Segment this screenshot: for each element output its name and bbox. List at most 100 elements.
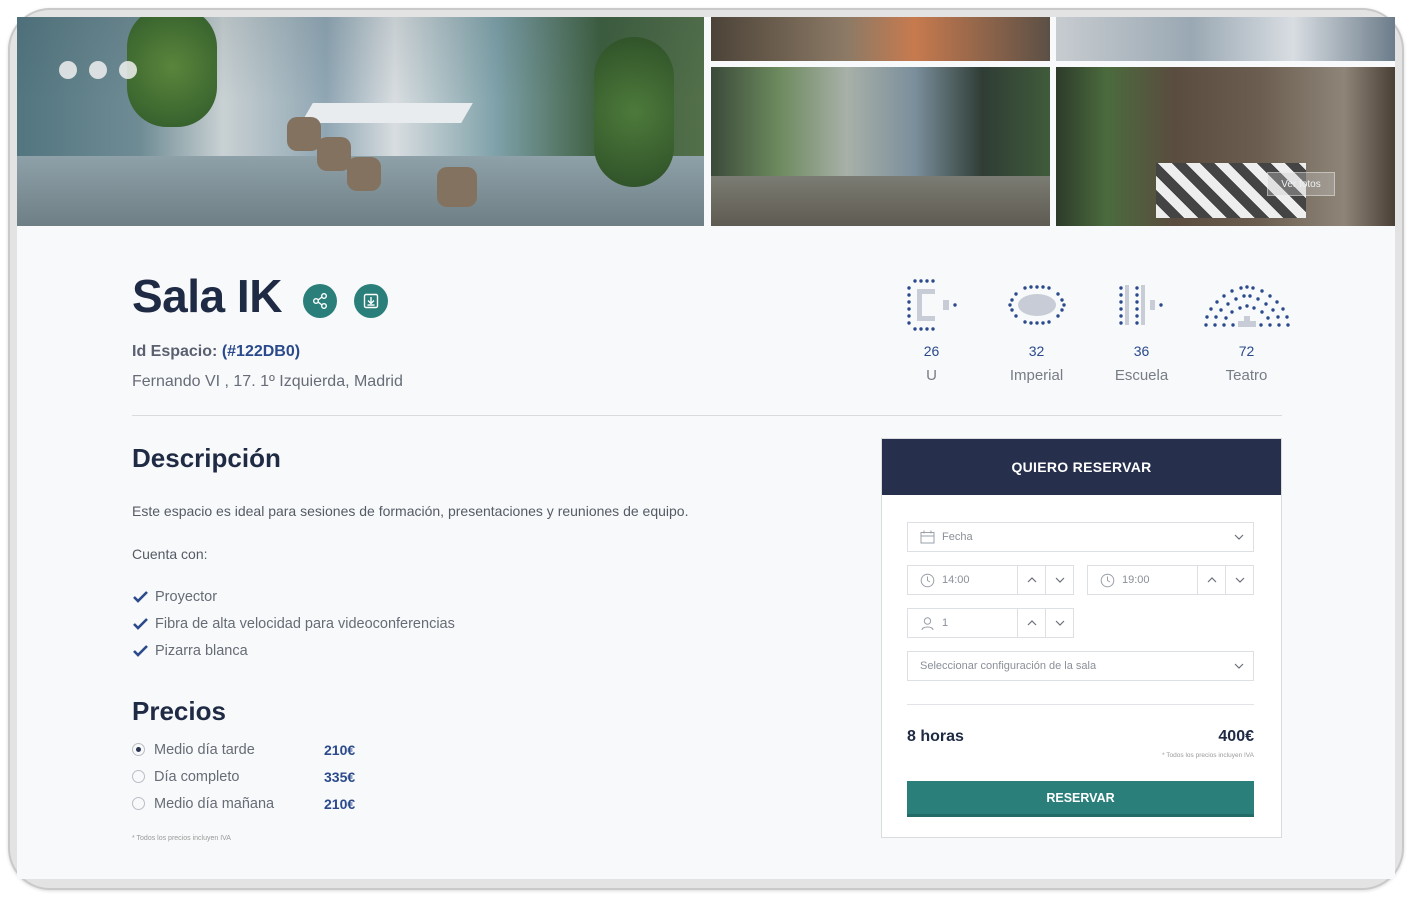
price-option[interactable]: Medio día tarde 210€ [132,736,355,763]
capacity-label: Imperial [1009,367,1064,384]
end-time-up[interactable] [1197,566,1225,594]
room-config-select[interactable]: Seleccionar configuración de la sala [907,651,1254,681]
window-controls [59,61,137,79]
start-time-field[interactable]: 14:00 [907,565,1074,595]
space-id-label: Id Espacio: [132,343,218,360]
calendar-icon [920,530,935,544]
space-id: Id Espacio: (#122DB0) [132,343,300,361]
download-icon [363,293,379,309]
price-value: 210€ [324,741,356,758]
price-name: Medio día tarde [154,741,255,758]
end-time-down[interactable] [1225,566,1253,594]
check-icon [133,645,148,657]
booking-header: QUIERO RESERVAR [882,439,1281,495]
capacity-count: 36 [1133,343,1150,359]
people-up[interactable] [1017,609,1045,637]
description-text: Este espacio es ideal para sesiones de f… [132,503,689,519]
booking-footnote: * Todos los precios incluyen IVA [1162,752,1254,759]
feature-list: Proyector Fibra de alta velocidad para v… [132,583,455,664]
capacity-school: 36 Escuela [1089,275,1194,384]
booking-total: 400€ [1218,728,1254,745]
people-field[interactable]: 1 [907,608,1074,638]
people-value: 1 [942,617,949,629]
photo-gallery[interactable]: Ver fotos [17,17,1395,226]
chevron-up-icon [1207,577,1216,583]
divider [132,415,1282,416]
booking-duration: 8 horas [907,728,964,745]
room-config-placeholder: Seleccionar configuración de la sala [920,660,1097,672]
price-radio[interactable] [132,743,145,756]
capacity-label: U [926,367,937,384]
capacity-count: 72 [1238,343,1255,359]
capacity-imperial: 32 Imperial [984,275,1089,384]
feature-item: Pizarra blanca [132,637,455,664]
screen: Ver fotos Sala IK Id Espacio: (#122DB0) … [17,17,1395,879]
feature-label: Proyector [155,588,218,605]
people-down[interactable] [1045,609,1073,637]
prices-footnote: * Todos los precios incluyen IVA [132,835,231,842]
chevron-up-icon [1027,620,1036,626]
u-layout-icon [906,279,957,331]
gallery-photo-5[interactable] [1056,67,1395,226]
date-field[interactable]: Fecha [907,522,1254,552]
chevron-down-icon [1055,577,1064,583]
check-icon [133,591,148,603]
end-time-value: 19:00 [1122,574,1150,586]
chevron-down-icon [1234,534,1244,540]
booking-card: QUIERO RESERVAR Fecha 14:00 19:00 1 Sele… [881,438,1282,838]
room-title: Sala IK [132,270,282,322]
feature-label: Pizarra blanca [155,642,248,659]
see-photos-button[interactable]: Ver fotos [1267,172,1335,196]
capacity-label: Escuela [1114,367,1169,384]
booking-divider [907,704,1254,705]
price-radio[interactable] [132,770,145,783]
chevron-up-icon [1027,577,1036,583]
window-dot [89,61,107,79]
gallery-photo-4[interactable] [711,67,1050,226]
date-dropdown[interactable] [1225,523,1253,551]
check-icon [133,618,148,630]
share-icon [313,293,327,309]
space-id-value: (#122DB0) [221,343,301,360]
room-config-dropdown[interactable] [1225,652,1253,680]
window-dot [59,61,77,79]
clock-icon [920,573,935,587]
capacity-theatre: 72 Teatro [1194,275,1299,384]
reserve-button[interactable]: RESERVAR [907,781,1254,817]
feature-label: Fibra de alta velocidad para videoconfer… [155,615,455,632]
price-options: Medio día tarde 210€ Día completo 335€ M… [132,736,355,817]
feature-item: Fibra de alta velocidad para videoconfer… [132,610,455,637]
room-address: Fernando VI , 17. 1º Izquierda, Madrid [132,373,403,390]
school-layout-icon [1118,285,1163,325]
price-name: Medio día mañana [154,795,275,812]
gallery-photo-2[interactable] [711,17,1050,61]
clock-icon [1100,573,1115,587]
includes-label: Cuenta con: [132,546,208,562]
price-radio[interactable] [132,797,145,810]
chevron-down-icon [1235,577,1244,583]
person-icon [921,616,934,630]
price-option[interactable]: Día completo 335€ [132,763,355,790]
chevron-down-icon [1055,620,1064,626]
price-option[interactable]: Medio día mañana 210€ [132,790,355,817]
date-placeholder: Fecha [942,531,973,543]
theatre-layout-icon [1203,285,1290,327]
price-value: 210€ [324,795,356,812]
start-time-down[interactable] [1045,566,1073,594]
download-button[interactable] [354,284,388,318]
end-time-field[interactable]: 19:00 [1087,565,1254,595]
start-time-up[interactable] [1017,566,1045,594]
gallery-main-photo[interactable] [17,17,704,226]
share-button[interactable] [303,284,337,318]
gallery-photo-3[interactable] [1056,17,1395,61]
price-name: Día completo [154,768,240,785]
capacity-count: 32 [1028,343,1045,359]
prices-heading: Precios [132,696,226,726]
description-heading: Descripción [132,443,281,473]
capacity-u: 26 U [879,275,984,384]
price-value: 335€ [324,768,356,785]
capacity-label: Teatro [1225,367,1268,384]
start-time-value: 14:00 [942,574,970,586]
capacity-list: 26 U 32 Imperial 36 Escuela 72 Teatro [879,275,1299,384]
feature-item: Proyector [132,583,455,610]
